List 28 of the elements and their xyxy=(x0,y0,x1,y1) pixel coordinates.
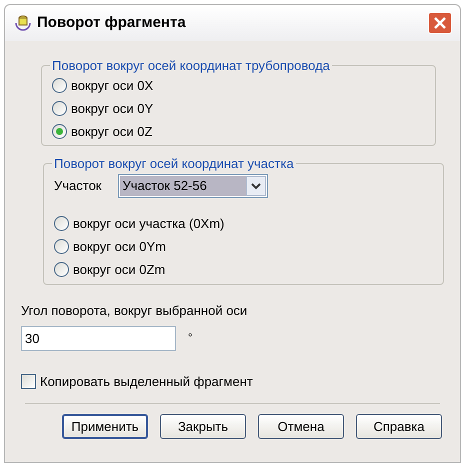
radio-button[interactable] xyxy=(52,78,67,93)
radio-button[interactable] xyxy=(54,262,69,277)
dialog-button[interactable]: Закрыть xyxy=(160,414,246,439)
segment-label: Участок xyxy=(54,177,102,196)
checkbox-label: Копировать выделенный фрагмент xyxy=(40,372,253,391)
radio-label: вокруг оси 0Zm xyxy=(73,260,166,279)
rotate-icon xyxy=(13,13,33,33)
radio-button[interactable] xyxy=(54,216,69,231)
angle-label: Угол поворота, вокруг выбранной оси xyxy=(21,302,248,320)
radio-button[interactable] xyxy=(52,101,67,116)
radio-button[interactable] xyxy=(54,239,69,254)
dialog-button[interactable]: Применить xyxy=(62,414,148,439)
segment-dropdown[interactable]: Участок 52-56 xyxy=(118,174,268,198)
angle-field[interactable]: 30 xyxy=(21,326,176,350)
checkbox[interactable] xyxy=(21,374,36,389)
chevron-down-icon xyxy=(246,176,266,196)
window-title: Поворот фрагмента xyxy=(37,12,187,33)
radio-label: вокруг оси 0Ym xyxy=(73,238,166,256)
dialog-button[interactable]: Справка xyxy=(356,414,442,439)
degree-unit: ° xyxy=(188,330,192,346)
close-icon xyxy=(434,17,446,29)
radio-label: вокруг оси 0Z xyxy=(71,122,152,141)
radio-label: вокруг оси 0Y xyxy=(71,100,154,118)
radio-button[interactable] xyxy=(52,124,67,139)
dialog-button[interactable]: Отмена xyxy=(258,414,344,439)
radio-label: вокруг оси участка (0Xm) xyxy=(73,214,224,233)
close-button[interactable] xyxy=(428,12,452,34)
radio-label: вокруг оси 0X xyxy=(71,76,154,95)
